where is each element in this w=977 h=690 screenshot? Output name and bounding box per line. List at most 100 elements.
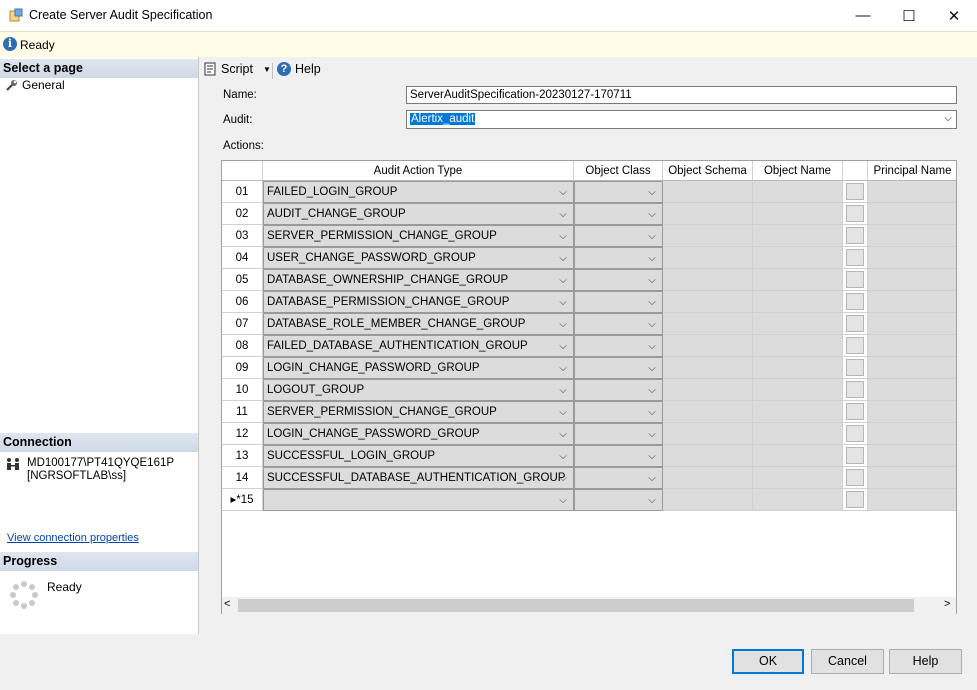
- view-connection-properties-link[interactable]: View connection properties: [7, 532, 139, 544]
- audit-action-type-combo[interactable]: DATABASE_OWNERSHIP_CHANGE_GROUP ⌵: [263, 269, 574, 291]
- audit-action-type-combo[interactable]: DATABASE_PERMISSION_CHANGE_GROUP ⌵: [263, 291, 574, 313]
- object-class-combo[interactable]: ⌵: [574, 467, 663, 489]
- header-principal-name[interactable]: Principal Name: [868, 161, 956, 181]
- browse-button[interactable]: [846, 381, 864, 398]
- browse-button[interactable]: [846, 447, 864, 464]
- table-row[interactable]: 03 SERVER_PERMISSION_CHANGE_GROUP ⌵ ⌵: [222, 225, 956, 247]
- principal-name-cell[interactable]: [868, 247, 956, 269]
- table-row[interactable]: 08 FAILED_DATABASE_AUTHENTICATION_GROUP ⌵ ⌵: [222, 335, 956, 357]
- help-toolbar-button[interactable]: ? Help: [277, 62, 321, 76]
- scrollbar-thumb[interactable]: [238, 599, 914, 612]
- chevron-down-icon[interactable]: ⌵: [944, 111, 952, 127]
- audit-action-type-combo[interactable]: FAILED_DATABASE_AUTHENTICATION_GROUP ⌵: [263, 335, 574, 357]
- browse-cell[interactable]: [843, 313, 868, 335]
- chevron-down-icon[interactable]: ⌵: [644, 492, 660, 509]
- browse-button[interactable]: [846, 491, 864, 508]
- table-row[interactable]: 11 SERVER_PERMISSION_CHANGE_GROUP ⌵ ⌵: [222, 401, 956, 423]
- browse-cell[interactable]: [843, 225, 868, 247]
- object-class-combo[interactable]: ⌵: [574, 423, 663, 445]
- object-class-combo[interactable]: ⌵: [574, 225, 663, 247]
- chevron-down-icon[interactable]: ⌵: [555, 360, 571, 377]
- chevron-down-icon[interactable]: ⌵: [555, 470, 571, 487]
- script-button[interactable]: Script ▼: [203, 62, 271, 76]
- object-class-combo[interactable]: ⌵: [574, 247, 663, 269]
- audit-action-type-combo[interactable]: FAILED_LOGIN_GROUP ⌵: [263, 181, 574, 203]
- principal-name-cell[interactable]: [868, 335, 956, 357]
- object-name-cell[interactable]: [753, 181, 843, 203]
- header-object-class[interactable]: Object Class: [574, 161, 663, 181]
- browse-button[interactable]: [846, 359, 864, 376]
- chevron-down-icon[interactable]: ⌵: [555, 316, 571, 333]
- browse-cell[interactable]: [843, 181, 868, 203]
- page-item-general[interactable]: General: [6, 78, 65, 92]
- object-class-combo[interactable]: ⌵: [574, 379, 663, 401]
- ok-button[interactable]: OK: [732, 649, 804, 674]
- chevron-down-icon[interactable]: ⌵: [555, 228, 571, 245]
- object-class-combo[interactable]: ⌵: [574, 489, 663, 511]
- table-row[interactable]: 05 DATABASE_OWNERSHIP_CHANGE_GROUP ⌵ ⌵: [222, 269, 956, 291]
- object-class-combo[interactable]: ⌵: [574, 269, 663, 291]
- object-schema-cell[interactable]: [663, 335, 753, 357]
- object-name-cell[interactable]: [753, 467, 843, 489]
- chevron-down-icon[interactable]: ⌵: [555, 338, 571, 355]
- table-row[interactable]: 07 DATABASE_ROLE_MEMBER_CHANGE_GROUP ⌵ ⌵: [222, 313, 956, 335]
- principal-name-cell[interactable]: [868, 401, 956, 423]
- chevron-down-icon[interactable]: ⌵: [555, 206, 571, 223]
- table-row[interactable]: 14 SUCCESSFUL_DATABASE_AUTHENTICATION_GRO…: [222, 467, 956, 489]
- browse-cell[interactable]: [843, 423, 868, 445]
- chevron-down-icon[interactable]: ⌵: [555, 272, 571, 289]
- help-button[interactable]: Help: [889, 649, 962, 674]
- principal-name-cell[interactable]: [868, 357, 956, 379]
- chevron-down-icon[interactable]: ⌵: [555, 426, 571, 443]
- chevron-down-icon[interactable]: ⌵: [644, 228, 660, 245]
- chevron-down-icon[interactable]: ⌵: [555, 294, 571, 311]
- browse-cell[interactable]: [843, 489, 868, 511]
- table-row[interactable]: ▸*15 ⌵ ⌵: [222, 489, 956, 511]
- chevron-down-icon[interactable]: ⌵: [644, 470, 660, 487]
- object-schema-cell[interactable]: [663, 357, 753, 379]
- table-row[interactable]: 09 LOGIN_CHANGE_PASSWORD_GROUP ⌵ ⌵: [222, 357, 956, 379]
- object-schema-cell[interactable]: [663, 247, 753, 269]
- chevron-down-icon[interactable]: ⌵: [644, 338, 660, 355]
- chevron-down-icon[interactable]: ⌵: [644, 316, 660, 333]
- chevron-down-icon[interactable]: ⌵: [644, 360, 660, 377]
- chevron-down-icon[interactable]: ⌵: [644, 448, 660, 465]
- audit-action-type-combo[interactable]: LOGOUT_GROUP ⌵: [263, 379, 574, 401]
- browse-cell[interactable]: [843, 357, 868, 379]
- audit-action-type-combo[interactable]: LOGIN_CHANGE_PASSWORD_GROUP ⌵: [263, 357, 574, 379]
- object-name-cell[interactable]: [753, 247, 843, 269]
- object-schema-cell[interactable]: [663, 445, 753, 467]
- object-schema-cell[interactable]: [663, 203, 753, 225]
- audit-select[interactable]: Alertix_audit ⌵: [406, 110, 957, 129]
- header-object-schema[interactable]: Object Schema: [663, 161, 753, 181]
- object-class-combo[interactable]: ⌵: [574, 181, 663, 203]
- table-row[interactable]: 04 USER_CHANGE_PASSWORD_GROUP ⌵ ⌵: [222, 247, 956, 269]
- object-class-combo[interactable]: ⌵: [574, 445, 663, 467]
- browse-cell[interactable]: [843, 401, 868, 423]
- object-class-combo[interactable]: ⌵: [574, 291, 663, 313]
- audit-action-type-combo[interactable]: LOGIN_CHANGE_PASSWORD_GROUP ⌵: [263, 423, 574, 445]
- browse-cell[interactable]: [843, 467, 868, 489]
- object-class-combo[interactable]: ⌵: [574, 313, 663, 335]
- browse-button[interactable]: [846, 315, 864, 332]
- chevron-down-icon[interactable]: ⌵: [644, 294, 660, 311]
- principal-name-cell[interactable]: [868, 313, 956, 335]
- table-row[interactable]: 06 DATABASE_PERMISSION_CHANGE_GROUP ⌵ ⌵: [222, 291, 956, 313]
- browse-cell[interactable]: [843, 269, 868, 291]
- object-class-combo[interactable]: ⌵: [574, 335, 663, 357]
- principal-name-cell[interactable]: [868, 269, 956, 291]
- object-name-cell[interactable]: [753, 489, 843, 511]
- browse-button[interactable]: [846, 403, 864, 420]
- chevron-down-icon[interactable]: ⌵: [555, 250, 571, 267]
- object-name-cell[interactable]: [753, 291, 843, 313]
- chevron-down-icon[interactable]: ⌵: [644, 382, 660, 399]
- browse-button[interactable]: [846, 469, 864, 486]
- chevron-down-icon[interactable]: ⌵: [644, 206, 660, 223]
- scroll-left-icon[interactable]: <: [224, 598, 230, 610]
- object-schema-cell[interactable]: [663, 467, 753, 489]
- object-schema-cell[interactable]: [663, 269, 753, 291]
- principal-name-cell[interactable]: [868, 379, 956, 401]
- browse-cell[interactable]: [843, 379, 868, 401]
- principal-name-cell[interactable]: [868, 445, 956, 467]
- object-name-cell[interactable]: [753, 335, 843, 357]
